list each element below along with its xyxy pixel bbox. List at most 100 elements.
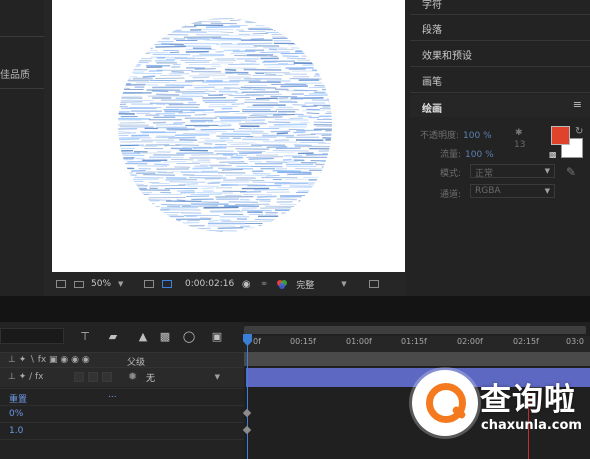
brush-stroke — [288, 44, 299, 46]
time-navigator[interactable] — [244, 326, 586, 334]
draft-3d-icon[interactable]: ▰ — [106, 330, 120, 344]
property-more[interactable]: ... — [108, 390, 117, 400]
pickwhip-icon[interactable]: ✹ — [128, 370, 137, 383]
brush-stroke — [272, 149, 309, 152]
monitor-icon[interactable] — [72, 277, 86, 291]
brush-stroke — [279, 203, 303, 206]
brush-stroke — [319, 108, 332, 110]
brush-stroke — [204, 230, 238, 232]
brush-stroke — [273, 123, 308, 126]
brush-stroke — [252, 32, 269, 35]
region-of-interest-icon[interactable] — [54, 277, 68, 291]
brush-stroke — [118, 103, 127, 105]
property-row[interactable]: 重置 — [0, 388, 244, 405]
brush-stroke — [118, 101, 143, 103]
brush-stroke — [205, 90, 216, 92]
brush-stroke — [306, 112, 320, 114]
brush-stroke — [341, 129, 374, 130]
brush-tip-icon[interactable]: ✱ — [515, 128, 523, 138]
property-label[interactable]: 重置 — [9, 392, 27, 405]
layer-switches[interactable]: ⊥ ✦ / fx — [8, 372, 44, 382]
divider — [0, 36, 44, 37]
brush-stroke — [120, 83, 146, 86]
zoom-select[interactable]: 50% ▼ — [88, 279, 140, 289]
brush-stroke — [200, 217, 213, 219]
brush-stroke — [320, 66, 332, 69]
switch-box[interactable] — [102, 372, 112, 382]
brush-stroke — [186, 195, 210, 198]
brush-stroke — [279, 27, 299, 29]
brush-stroke — [192, 76, 210, 79]
brush-stroke — [139, 145, 158, 147]
motion-blur-icon[interactable]: ◯ — [182, 330, 196, 344]
watermark-url: chaxunla.com — [481, 418, 582, 433]
opacity-value[interactable]: 100 % — [463, 131, 492, 141]
brush-stroke — [118, 132, 137, 135]
panel-header-paragraph[interactable]: 段落 — [422, 21, 442, 36]
brush-stroke — [121, 214, 157, 217]
parent-select[interactable]: 无 ▼ — [146, 371, 222, 385]
fit-view-icon[interactable] — [142, 277, 156, 291]
brush-stroke — [119, 125, 154, 128]
brush-stroke — [186, 185, 219, 188]
panel-header-effects-presets[interactable]: 效果和预设 — [422, 47, 472, 62]
brush-stroke — [329, 218, 332, 221]
brush-stroke — [169, 181, 206, 183]
switch-box[interactable] — [74, 372, 84, 382]
brush-stroke — [311, 57, 323, 59]
fast-preview-icon[interactable] — [367, 277, 381, 291]
property-value[interactable]: 1.0 — [9, 426, 23, 436]
camera-icon[interactable]: ◉ — [239, 277, 253, 291]
brush-stroke — [212, 77, 242, 80]
comp-flowchart-icon[interactable]: ⊤ — [78, 330, 92, 344]
frame-blending-icon[interactable]: ▩ — [158, 330, 172, 344]
brush-stroke — [138, 37, 147, 40]
playhead-line[interactable] — [247, 334, 248, 459]
eyedropper-icon[interactable]: ✎ — [566, 165, 576, 179]
panel-header-character[interactable]: 字符 — [422, 0, 442, 11]
current-timecode[interactable]: 0:00:02:16 — [182, 279, 237, 289]
brush-stroke — [323, 83, 332, 85]
flow-value[interactable]: 100 % — [465, 150, 494, 160]
brush-stroke — [330, 212, 332, 215]
mode-select[interactable]: 正常 ▼ — [470, 164, 555, 179]
brush-stroke — [303, 176, 328, 178]
divider — [410, 92, 590, 93]
toggle-transparency-icon[interactable] — [160, 277, 174, 291]
brush-stroke — [303, 211, 324, 214]
brush-stroke — [275, 21, 294, 24]
property-value[interactable]: 0% — [9, 409, 23, 419]
brush-stroke — [118, 154, 145, 157]
show-snapshot-icon[interactable]: ⚭ — [257, 277, 271, 291]
paint-panel-header: 绘画 ≡ — [410, 95, 590, 117]
default-colors-icon[interactable]: ▩ — [549, 150, 557, 159]
brush-stroke — [295, 168, 326, 170]
panel-menu-icon[interactable]: ≡ — [573, 98, 582, 111]
foreground-color-swatch[interactable] — [551, 126, 570, 145]
brush-stroke — [339, 180, 356, 181]
color-channels-icon[interactable] — [275, 277, 289, 291]
brush-stroke — [287, 160, 298, 163]
brush-stroke — [203, 206, 239, 209]
channel-select[interactable]: RGBA ▼ — [470, 184, 555, 198]
brush-stroke — [144, 30, 168, 33]
brush-stroke — [134, 176, 164, 179]
divider — [410, 40, 590, 41]
work-area-bar[interactable] — [244, 352, 590, 366]
brush-stroke — [320, 222, 332, 224]
brush-stroke — [201, 80, 240, 84]
switch-box[interactable] — [88, 372, 98, 382]
brush-stroke — [139, 29, 162, 31]
panel-header-brushes[interactable]: 画笔 — [422, 73, 442, 88]
search-input[interactable] — [0, 328, 64, 344]
composition-canvas[interactable] — [52, 0, 405, 272]
property-row[interactable]: 0% — [0, 405, 244, 422]
brush-stroke — [188, 176, 227, 179]
brush-stroke — [228, 201, 259, 203]
resolution-select[interactable]: 完整 ▼ — [293, 278, 365, 291]
swap-colors-icon[interactable]: ↻ — [575, 126, 583, 137]
property-row[interactable]: 1.0 — [0, 422, 244, 439]
shy-layers-icon[interactable]: ▲ — [136, 330, 150, 344]
graph-editor-icon[interactable]: ▣ — [210, 330, 224, 344]
divider — [410, 66, 590, 67]
